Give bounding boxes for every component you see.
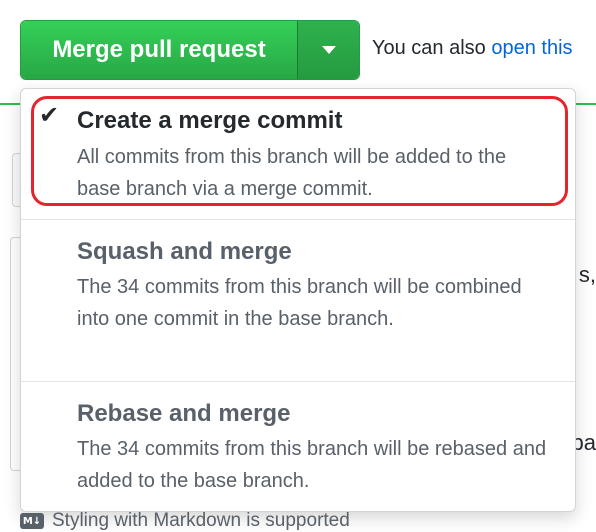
- alternatives-prefix: You can also: [372, 37, 492, 59]
- merge-method-toggle[interactable]: [297, 21, 359, 79]
- menu-item-title: Squash and merge: [77, 238, 292, 265]
- check-icon: ✔: [39, 101, 60, 129]
- markdown-hint: M↓ Styling with Markdown is supported: [20, 510, 350, 532]
- caret-down-icon: [321, 46, 336, 54]
- markdown-hint-text: Styling with Markdown is supported: [52, 510, 350, 531]
- menu-item-title: Create a merge commit: [77, 107, 343, 134]
- menu-item-create-merge-commit[interactable]: ✔ Create a merge commit All commits from…: [21, 89, 575, 218]
- markdown-icon: M↓: [20, 513, 44, 529]
- alternatives-text: You can also open this: [372, 37, 573, 60]
- menu-item-rebase-and-merge[interactable]: Rebase and merge The 34 commits from thi…: [21, 381, 575, 512]
- menu-item-squash-and-merge[interactable]: Squash and merge The 34 commits from thi…: [21, 219, 575, 381]
- merge-button-group: Merge pull request: [20, 20, 360, 80]
- menu-item-description: All commits from this branch will be add…: [77, 146, 507, 200]
- open-in-link[interactable]: open this: [491, 37, 572, 59]
- menu-item-title: Rebase and merge: [77, 400, 291, 427]
- background-text-fragment: s,: [578, 262, 596, 287]
- merge-pull-request-button[interactable]: Merge pull request: [21, 21, 297, 79]
- menu-item-description: The 34 commits from this branch will be …: [77, 438, 547, 492]
- merge-method-menu: ✔ Create a merge commit All commits from…: [20, 88, 576, 512]
- menu-item-description: The 34 commits from this branch will be …: [77, 276, 522, 330]
